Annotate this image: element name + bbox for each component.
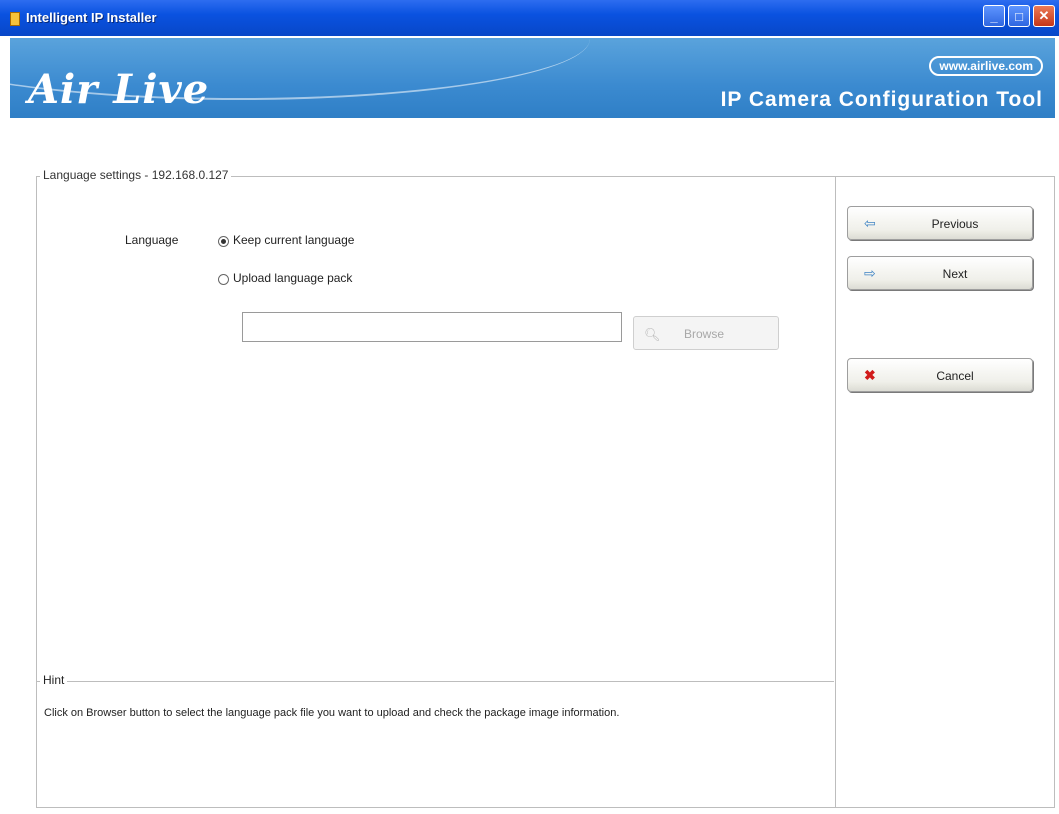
header-banner: Air Live www.airlive.com IP Camera Confi…	[10, 38, 1055, 118]
minimize-button[interactable]: _	[983, 5, 1005, 27]
file-path-input[interactable]	[242, 312, 622, 342]
option-upload-language-pack-label[interactable]: Upload language pack	[233, 271, 352, 285]
option-keep-current-language-label[interactable]: Keep current language	[233, 233, 354, 247]
radio-upload-language-pack[interactable]	[218, 274, 229, 285]
cancel-button[interactable]: ✖ Cancel	[847, 358, 1033, 392]
app-icon	[10, 12, 20, 26]
next-button-label: Next	[942, 267, 968, 281]
next-button[interactable]: ⇨ Next	[847, 256, 1033, 290]
window-title: Intelligent IP Installer	[26, 10, 157, 25]
browse-button-label: Browse	[684, 327, 725, 341]
cancel-button-label: Cancel	[936, 369, 974, 383]
maximize-button[interactable]: □	[1008, 5, 1030, 27]
product-title: IP Camera Configuration Tool	[720, 88, 1043, 111]
hint-text: Click on Browser button to select the la…	[44, 707, 620, 719]
group-title: Language settings - 192.168.0.127	[40, 168, 232, 182]
hint-title: Hint	[40, 673, 68, 687]
airlive-logo: Air Live	[28, 66, 210, 113]
language-label: Language	[125, 233, 179, 247]
previous-button-label: Previous	[931, 217, 979, 231]
radio-keep-current-language[interactable]	[218, 236, 229, 247]
close-button[interactable]: ✕	[1033, 5, 1055, 27]
hint-divider	[37, 681, 834, 682]
title-bar[interactable]: Intelligent IP Installer _ □ ✕	[0, 0, 1059, 36]
browse-button[interactable]: 🔍︎ Browse	[633, 316, 779, 350]
previous-button[interactable]: ⇦ Previous	[847, 206, 1033, 240]
magnifier-icon: 🔍︎	[644, 327, 661, 342]
website-link[interactable]: www.airlive.com	[929, 56, 1043, 76]
